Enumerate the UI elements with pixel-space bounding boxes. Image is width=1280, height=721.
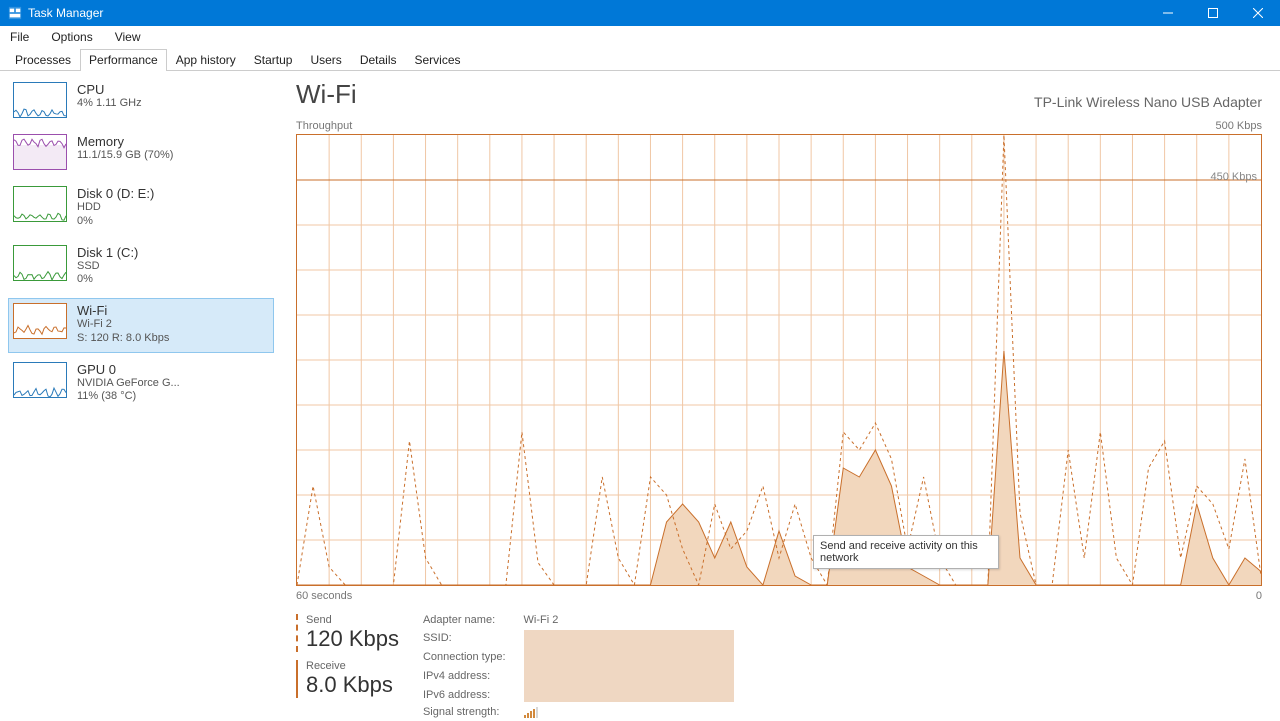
sidebar-sub1: SSD — [77, 260, 138, 274]
sidebar-item-cpu[interactable]: CPU4% 1.11 GHz — [8, 77, 274, 125]
tab-startup[interactable]: Startup — [245, 49, 302, 71]
receive-value: 8.0 Kbps — [306, 672, 399, 698]
receive-label: Receive — [306, 660, 399, 672]
sidebar-thumb-gpu0 — [13, 362, 67, 398]
send-label: Send — [306, 614, 399, 626]
sidebar-item-memory[interactable]: Memory11.1/15.9 GB (70%) — [8, 129, 274, 177]
detail-signal-label: Signal strength: — [423, 706, 506, 718]
sidebar-sub1: 11.1/15.9 GB (70%) — [77, 149, 173, 163]
tab-processes[interactable]: Processes — [6, 49, 80, 71]
sidebar-title: GPU 0 — [77, 362, 180, 377]
sidebar-item-gpu0[interactable]: GPU 0NVIDIA GeForce G...11% (38 °C) — [8, 357, 274, 412]
window-controls — [1145, 0, 1280, 26]
detail-adapter-name-value: Wi-Fi 2 — [524, 614, 734, 626]
send-stat: Send 120 Kbps — [296, 614, 399, 652]
menu-view[interactable]: View — [113, 28, 143, 46]
chart-xlabel-right: 0 — [1256, 590, 1262, 602]
detail-ssid-label: SSID: — [423, 632, 506, 644]
chart-tooltip: Send and receive activity on this networ… — [813, 535, 999, 569]
tab-details[interactable]: Details — [351, 49, 406, 71]
throughput-chart: 450 Kbps Send and receive activity on th… — [296, 134, 1262, 586]
menu-bar: File Options View — [0, 26, 1280, 48]
adapter-description: TP-Link Wireless Nano USB Adapter — [1034, 94, 1262, 110]
resource-sidebar: CPU4% 1.11 GHzMemory11.1/15.9 GB (70%)Di… — [0, 71, 278, 721]
sidebar-thumb-memory — [13, 134, 67, 170]
send-value: 120 Kbps — [306, 626, 399, 652]
detail-ipv6-label: IPv6 address: — [423, 689, 506, 701]
chart-xlabel-left: 60 seconds — [296, 590, 352, 602]
sidebar-item-wifi[interactable]: Wi-FiWi-Fi 2S: 120 R: 8.0 Kbps — [8, 298, 274, 353]
detail-ipv4-label: IPv4 address: — [423, 670, 506, 682]
main-panel: Wi-Fi TP-Link Wireless Nano USB Adapter … — [278, 71, 1280, 721]
sidebar-sub2: 0% — [77, 215, 154, 229]
menu-file[interactable]: File — [8, 28, 31, 46]
close-button[interactable] — [1235, 0, 1280, 26]
sidebar-sub1: 4% 1.11 GHz — [77, 97, 142, 111]
menu-options[interactable]: Options — [49, 28, 94, 46]
detail-conn-type-label: Connection type: — [423, 651, 506, 663]
app-icon — [8, 6, 22, 20]
detail-redacted-block — [524, 630, 734, 702]
stats-row: Send 120 Kbps Receive 8.0 Kbps Adapter n… — [296, 614, 1262, 718]
sidebar-thumb-disk1 — [13, 245, 67, 281]
tab-performance[interactable]: Performance — [80, 49, 167, 71]
minimize-button[interactable] — [1145, 0, 1190, 26]
sidebar-thumb-cpu — [13, 82, 67, 118]
titlebar: Task Manager — [0, 0, 1280, 26]
tab-strip: Processes Performance App history Startu… — [0, 48, 1280, 71]
tab-app-history[interactable]: App history — [167, 49, 245, 71]
content: CPU4% 1.11 GHzMemory11.1/15.9 GB (70%)Di… — [0, 71, 1280, 721]
sidebar-title: Wi-Fi — [77, 303, 169, 318]
page-title: Wi-Fi — [296, 79, 357, 110]
chart-ylabel-left: Throughput — [296, 120, 352, 132]
window-title: Task Manager — [28, 6, 103, 20]
sidebar-sub2: 0% — [77, 273, 138, 287]
sidebar-title: Disk 1 (C:) — [77, 245, 138, 260]
sidebar-sub1: HDD — [77, 201, 154, 215]
tab-users[interactable]: Users — [301, 49, 350, 71]
sidebar-sub2: S: 120 R: 8.0 Kbps — [77, 332, 169, 346]
connection-details: Adapter name: Wi-Fi 2 SSID: Connection t… — [423, 614, 734, 718]
sidebar-thumb-disk0 — [13, 186, 67, 222]
maximize-button[interactable] — [1190, 0, 1235, 26]
chart-ylabel-right: 500 Kbps — [1216, 120, 1262, 132]
signal-strength-icon — [524, 706, 734, 718]
sidebar-title: Memory — [77, 134, 173, 149]
receive-stat: Receive 8.0 Kbps — [296, 660, 399, 698]
sidebar-item-disk1[interactable]: Disk 1 (C:)SSD0% — [8, 240, 274, 295]
sidebar-sub2: 11% (38 °C) — [77, 390, 180, 404]
sidebar-sub1: Wi-Fi 2 — [77, 318, 169, 332]
sidebar-title: CPU — [77, 82, 142, 97]
sidebar-item-disk0[interactable]: Disk 0 (D: E:)HDD0% — [8, 181, 274, 236]
tab-services[interactable]: Services — [406, 49, 470, 71]
detail-adapter-name-label: Adapter name: — [423, 614, 506, 626]
sidebar-thumb-wifi — [13, 303, 67, 339]
sidebar-sub1: NVIDIA GeForce G... — [77, 377, 180, 391]
sidebar-title: Disk 0 (D: E:) — [77, 186, 154, 201]
chart-gridline-label: 450 Kbps — [1211, 171, 1257, 183]
